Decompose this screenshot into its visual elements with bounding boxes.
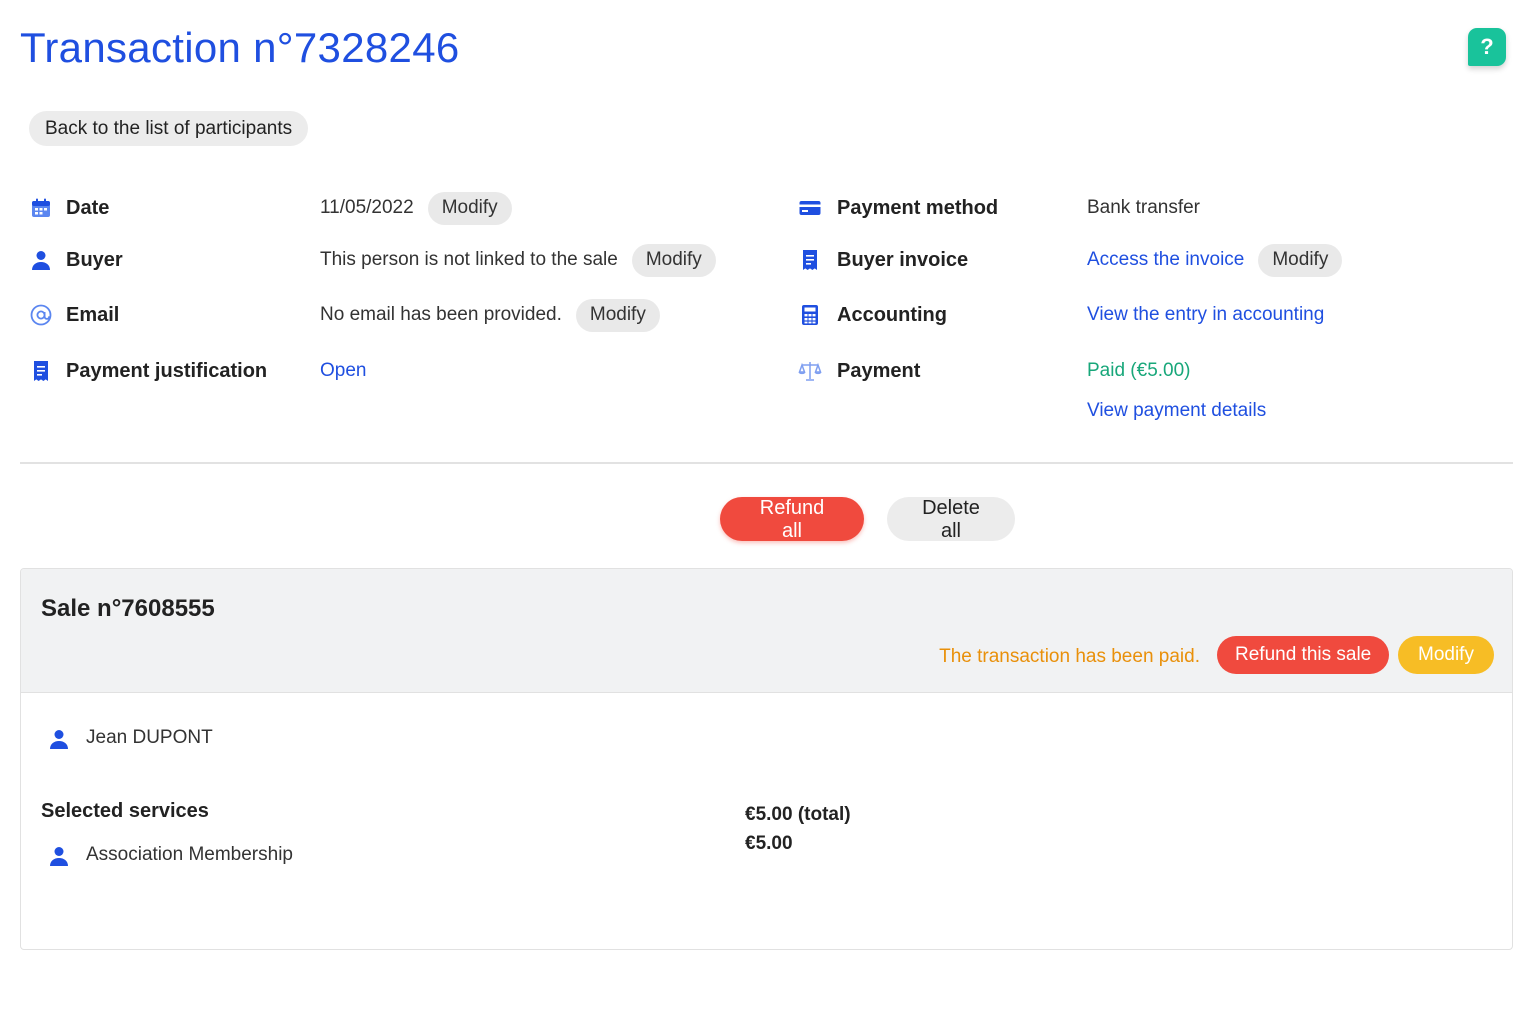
calendar-icon [29,196,53,220]
payment-details-row: View payment details [1087,394,1266,428]
participant-name-link[interactable]: Jean DUPONT [86,727,213,749]
refund-sale-button[interactable]: Refund this sale [1217,636,1390,674]
payment-method-label: Payment method [837,196,999,219]
buyer-invoice-label: Buyer invoice [837,248,969,271]
modify-sale-button[interactable]: Modify [1398,636,1494,674]
refund-all-button[interactable]: Refund all [720,497,864,542]
participant-user-icon [47,727,71,751]
email-value-row: No email has been provided. Modify [320,298,660,332]
payment-justification-row: Open [320,354,366,388]
sale-status: The transaction has been paid. [939,646,1200,667]
credit-card-icon [798,196,822,220]
delete-all-button[interactable]: Delete all [887,497,1015,542]
date-value-row: 11/05/2022 Modify [320,191,512,225]
date-label: Date [66,196,110,219]
accounting-label: Accounting [837,303,947,326]
open-justification-link[interactable]: Open [320,360,366,382]
modify-invoice-button[interactable]: Modify [1258,243,1343,277]
accounting-row: View the entry in accounting [1087,298,1324,332]
receipt-icon [29,359,53,383]
back-to-participants-button[interactable]: Back to the list of participants [29,111,309,146]
scale-icon [798,359,822,383]
payment-label: Payment [837,359,921,382]
view-payment-details-link[interactable]: View payment details [1087,400,1266,422]
view-accounting-entry-link[interactable]: View the entry in accounting [1087,304,1324,326]
calculator-icon [798,303,822,327]
email-label: Email [66,303,120,326]
divider [20,462,1513,464]
service-price: €5.00 [745,833,793,854]
payment-status: Paid (€5.00) [1087,360,1191,381]
modify-buyer-button[interactable]: Modify [631,243,716,277]
buyer-value-row: This person is not linked to the sale Mo… [320,243,716,277]
email-value: No email has been provided. [320,304,562,325]
help-button[interactable]: ? [1468,28,1506,66]
question-mark-icon: ? [1480,34,1494,59]
service-name: Association Membership [86,844,293,865]
sale-total: €5.00 (total) [745,804,851,825]
payment-justification-label: Payment justification [66,359,268,382]
at-sign-icon [29,303,53,327]
sale-header: Sale n°7608555 The transaction has been … [21,569,1512,693]
page-title: Transaction n°7328246 [20,24,460,71]
access-invoice-link[interactable]: Access the invoice [1087,249,1244,271]
payment-method-row: Bank transfer [1087,191,1200,225]
selected-services-heading: Selected services [41,800,209,822]
payment-method-value: Bank transfer [1087,197,1200,218]
buyer-invoice-row: Access the invoice Modify [1087,243,1343,277]
service-user-icon [47,844,71,868]
modify-email-button[interactable]: Modify [575,298,660,332]
user-icon [29,248,53,272]
modify-date-button[interactable]: Modify [427,191,512,225]
sale-title: Sale n°7608555 [41,595,215,622]
sale-card: Sale n°7608555 The transaction has been … [20,568,1513,950]
buyer-label: Buyer [66,248,123,271]
date-value: 11/05/2022 [320,197,414,218]
buyer-value: This person is not linked to the sale [320,249,618,270]
payment-status-row: Paid (€5.00) [1087,354,1191,388]
invoice-icon [798,248,822,272]
